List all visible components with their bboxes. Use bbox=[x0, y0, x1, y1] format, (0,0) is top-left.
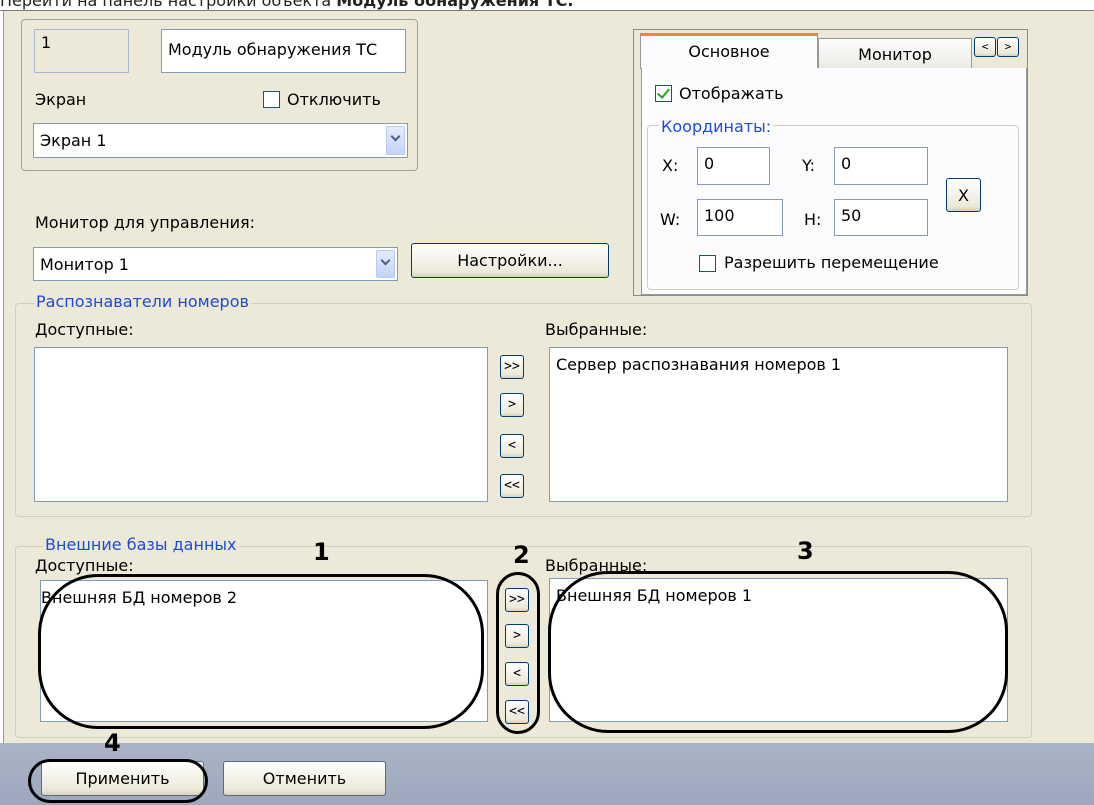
annotation-number-1: 1 bbox=[313, 538, 330, 566]
y-label: Y: bbox=[802, 156, 816, 175]
tab-scroll-left-button[interactable]: < bbox=[974, 37, 996, 57]
h-input[interactable]: 50 bbox=[834, 199, 928, 236]
object-id-field[interactable]: 1 bbox=[34, 29, 129, 73]
chevron-down-icon[interactable] bbox=[376, 250, 395, 278]
h-value: 50 bbox=[841, 206, 862, 225]
screen-select-value: Экран 1 bbox=[40, 131, 107, 150]
x-label: X: bbox=[662, 156, 679, 175]
annotation-ring-move-buttons bbox=[496, 572, 540, 734]
cancel-button[interactable]: Отменить bbox=[223, 761, 386, 796]
disable-checkbox[interactable] bbox=[263, 91, 280, 108]
tab-main[interactable]: Основное bbox=[640, 33, 818, 69]
annotation-ring-available bbox=[38, 574, 484, 729]
recognizers-selected-list[interactable]: Сервер распознавания номеров 1 bbox=[549, 347, 1008, 502]
external-db-group-title: Внешние базы данных bbox=[43, 535, 239, 554]
allow-move-checkbox[interactable] bbox=[699, 255, 716, 272]
display-label: Отображать bbox=[679, 84, 784, 103]
allow-move-label: Разрешить перемещение bbox=[724, 253, 939, 272]
annotation-number-3: 3 bbox=[797, 537, 814, 565]
control-monitor-select[interactable]: Монитор 1 bbox=[33, 247, 398, 281]
w-value: 100 bbox=[704, 206, 735, 225]
chevron-left-icon: < bbox=[981, 40, 989, 53]
chevron-right-icon: > bbox=[1004, 40, 1012, 53]
control-monitor-value: Монитор 1 bbox=[40, 255, 129, 274]
object-id-value: 1 bbox=[41, 33, 52, 52]
annotation-number-4: 4 bbox=[104, 729, 121, 757]
disable-label: Отключить bbox=[287, 90, 381, 109]
object-name-field[interactable]: Модуль обнаружения ТС bbox=[161, 29, 406, 73]
tab-scroll-right-button[interactable]: > bbox=[997, 37, 1019, 57]
close-icon: X bbox=[958, 185, 969, 205]
x-value: 0 bbox=[704, 154, 715, 173]
list-item[interactable]: Сервер распознавания номеров 1 bbox=[556, 355, 841, 374]
recognizers-move-all-right-button[interactable]: >> bbox=[500, 355, 524, 379]
caption-prefix: Перейти на панель настройки объекта bbox=[0, 0, 337, 10]
x-input[interactable]: 0 bbox=[697, 147, 770, 185]
recognizers-move-right-button[interactable]: > bbox=[500, 393, 524, 417]
reset-coordinates-button[interactable]: X bbox=[946, 178, 981, 212]
screen-select[interactable]: Экран 1 bbox=[33, 123, 408, 158]
recognizers-available-list[interactable] bbox=[34, 347, 488, 502]
recognizers-move-all-left-button[interactable]: << bbox=[500, 474, 524, 498]
object-name-value: Модуль обнаружения ТС bbox=[168, 40, 378, 59]
double-chevron-right-icon: >> bbox=[504, 359, 520, 374]
h-label: H: bbox=[804, 210, 822, 229]
annotation-number-2: 2 bbox=[513, 541, 530, 569]
recognizers-selected-label: Выбранные: bbox=[545, 320, 648, 339]
tab-monitor[interactable]: Монитор bbox=[818, 38, 972, 68]
y-input[interactable]: 0 bbox=[834, 147, 928, 185]
recognizers-group-title: Распознаватели номеров bbox=[34, 292, 251, 311]
y-value: 0 bbox=[841, 154, 852, 173]
double-chevron-left-icon: << bbox=[504, 478, 520, 493]
tab-main-label: Основное bbox=[688, 42, 770, 61]
annotation-ring-selected bbox=[548, 571, 1008, 733]
coordinates-group-title: Координаты: bbox=[659, 117, 774, 136]
control-monitor-label: Монитор для управления: bbox=[35, 213, 256, 232]
w-label: W: bbox=[660, 210, 681, 229]
external-db-available-label: Доступные: bbox=[35, 556, 134, 575]
chevron-left-icon: < bbox=[508, 438, 516, 453]
caption-object-name: Модуль обнаружения ТС. bbox=[336, 0, 574, 10]
w-input[interactable]: 100 bbox=[697, 199, 783, 236]
display-checkbox[interactable] bbox=[655, 85, 672, 102]
recognizers-move-left-button[interactable]: < bbox=[500, 434, 524, 458]
chevron-down-icon[interactable] bbox=[386, 126, 405, 155]
settings-button[interactable]: Настройки... bbox=[411, 243, 609, 278]
annotation-ring-apply bbox=[28, 759, 208, 803]
tab-monitor-label: Монитор bbox=[858, 45, 932, 64]
recognizers-available-label: Доступные: bbox=[35, 320, 134, 339]
screen-label: Экран bbox=[35, 90, 87, 109]
chevron-right-icon: > bbox=[508, 397, 516, 412]
